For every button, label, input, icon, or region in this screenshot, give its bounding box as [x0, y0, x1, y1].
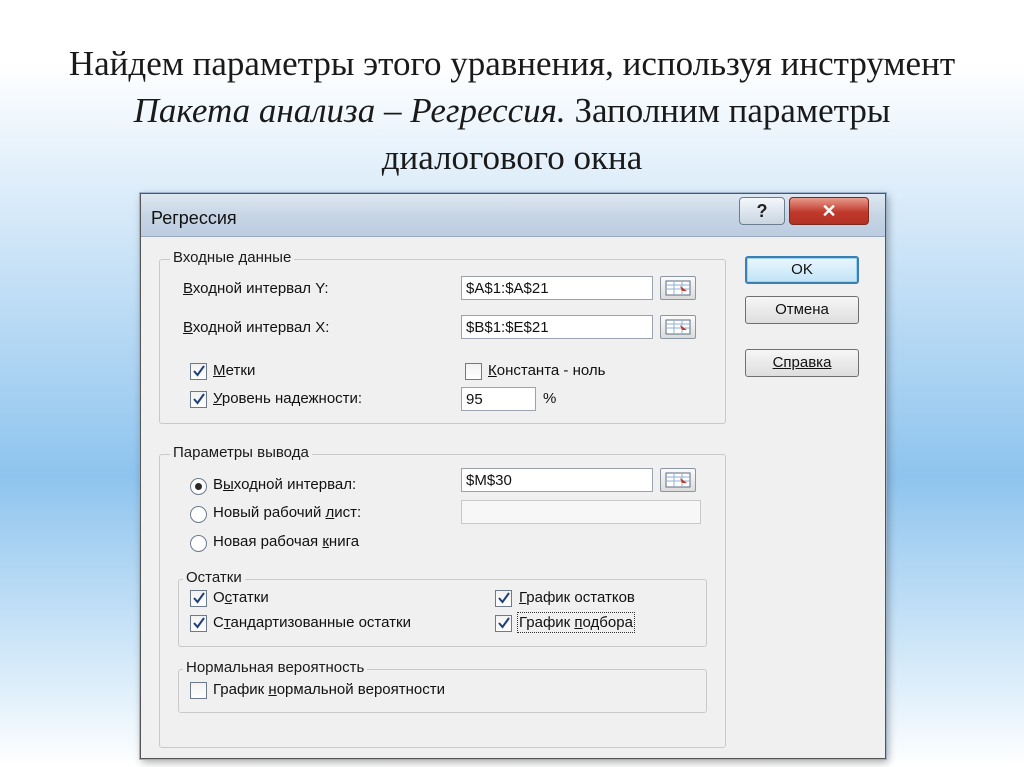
checkmark-icon	[193, 617, 205, 629]
y-range-ref-button[interactable]	[660, 276, 696, 300]
checkmark-icon	[193, 393, 205, 405]
constant-zero-label: Константа - ноль	[488, 362, 606, 379]
residuals-checkbox[interactable]	[190, 590, 207, 607]
close-button[interactable]: ✕	[789, 197, 869, 225]
input-data-group-label: Входные данные	[170, 249, 295, 266]
confidence-input[interactable]	[461, 387, 536, 411]
confidence-checkbox[interactable]	[190, 391, 207, 408]
y-range-input[interactable]	[461, 276, 653, 300]
checkmark-icon	[193, 592, 205, 604]
x-range-input[interactable]	[461, 315, 653, 339]
fit-plot-label: График подбора	[517, 612, 635, 633]
new-sheet-label: Новый рабочий лист:	[213, 504, 362, 521]
output-params-group-label: Параметры вывода	[170, 444, 312, 461]
labels-checkbox[interactable]	[190, 363, 207, 380]
output-range-input[interactable]	[461, 468, 653, 492]
output-range-ref-button[interactable]	[660, 468, 696, 492]
slide-title-italic: Пакета анализа – Регрессия.	[133, 91, 566, 130]
residuals-group-label: Остатки	[183, 569, 245, 586]
x-range-label: Входной интервал X:	[183, 319, 330, 336]
normal-plot-checkbox[interactable]	[190, 682, 207, 699]
dialog-client: Входные данные Входной интервал Y: Входн…	[147, 242, 877, 752]
dialog-titlebar[interactable]: Регрессия ? ✕	[141, 194, 885, 237]
confidence-label: Уровень надежности:	[213, 390, 363, 407]
close-icon: ✕	[821, 201, 837, 221]
output-range-label: Выходной интервал:	[213, 476, 357, 493]
labels-checkbox-label: Метки	[213, 362, 256, 379]
fit-plot-checkbox[interactable]	[495, 615, 512, 632]
output-range-radio[interactable]	[190, 478, 207, 495]
new-sheet-input[interactable]	[461, 500, 701, 524]
residual-plot-checkbox[interactable]	[495, 590, 512, 607]
standardized-residuals-checkbox[interactable]	[190, 615, 207, 632]
ok-button[interactable]: OK	[745, 256, 859, 284]
new-book-radio[interactable]	[190, 535, 207, 552]
x-range-ref-button[interactable]	[660, 315, 696, 339]
normal-probability-group-label: Нормальная вероятность	[183, 659, 368, 676]
standardized-residuals-label: Стандартизованные остатки	[213, 614, 411, 631]
checkmark-icon	[193, 365, 205, 377]
range-select-icon	[665, 280, 691, 296]
range-select-icon	[665, 319, 691, 335]
checkmark-icon	[498, 592, 510, 604]
residuals-label: Остатки	[213, 589, 269, 606]
slide-title: Найдем параметры этого уравнения, исполь…	[40, 40, 984, 181]
dialog-title: Регрессия	[151, 208, 237, 228]
help-title-button[interactable]: ?	[739, 197, 785, 225]
checkmark-icon	[498, 617, 510, 629]
new-book-label: Новая рабочая книга	[213, 533, 360, 550]
percent-label: %	[543, 390, 557, 407]
help-button-label: Справка	[772, 354, 832, 371]
range-select-icon	[665, 472, 691, 488]
question-icon: ?	[756, 201, 768, 221]
normal-plot-label: График нормальной вероятности	[213, 681, 445, 698]
residual-plot-label: График остатков	[519, 589, 635, 606]
y-range-label: Входной интервал Y:	[183, 280, 329, 297]
regression-dialog: Регрессия ? ✕ Входные данные Входной инт…	[140, 193, 886, 759]
new-sheet-radio[interactable]	[190, 506, 207, 523]
cancel-button[interactable]: Отмена	[745, 296, 859, 324]
slide-title-text: Найдем параметры этого уравнения, исполь…	[68, 44, 956, 83]
help-button[interactable]: Справка	[745, 349, 859, 377]
constant-zero-checkbox[interactable]	[465, 363, 482, 380]
